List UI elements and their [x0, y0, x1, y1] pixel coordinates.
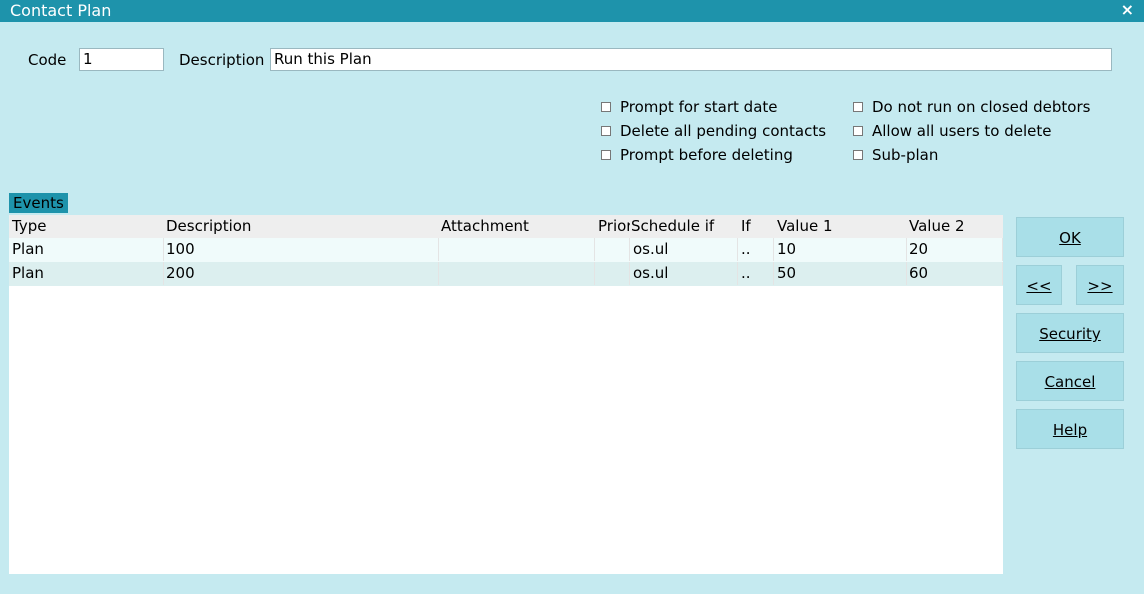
column-header-value-1[interactable]: Value 1	[774, 215, 907, 238]
security-button[interactable]: Security	[1016, 313, 1124, 353]
checkbox-box[interactable]	[853, 150, 863, 160]
prompt-before-delete-checkbox[interactable]: Prompt before deleting	[601, 146, 793, 164]
help-button[interactable]: Help	[1016, 409, 1124, 449]
description-label: Description	[179, 51, 265, 69]
column-header-description[interactable]: Description	[163, 215, 439, 238]
cell-description[interactable]: 100	[163, 238, 439, 261]
cell-schedule-if[interactable]: os.ul	[629, 238, 738, 261]
cell-priority[interactable]	[595, 238, 630, 261]
prompt-start-date-label: Prompt for start date	[620, 98, 778, 116]
close-icon[interactable]: ×	[1121, 0, 1134, 19]
delete-pending-label: Delete all pending contacts	[620, 122, 827, 140]
cell-if[interactable]: ..	[738, 262, 774, 285]
not-closed-debtors-checkbox[interactable]: Do not run on closed debtors	[853, 98, 1090, 116]
title-bar: Contact Plan ×	[0, 0, 1144, 22]
description-field[interactable]: Run this Plan	[270, 48, 1112, 71]
window-title: Contact Plan	[10, 1, 112, 20]
column-header-priority[interactable]: Priori	[595, 215, 630, 238]
cell-value-1[interactable]: 50	[774, 262, 907, 285]
sub-plan-checkbox[interactable]: Sub-plan	[853, 146, 938, 164]
allow-all-delete-label: Allow all users to delete	[872, 122, 1052, 140]
cell-if[interactable]: ..	[738, 238, 774, 261]
table-row[interactable]: Plan 100 os.ul .. 10 20	[9, 238, 1003, 262]
checkbox-box[interactable]	[601, 102, 611, 112]
cell-value-1[interactable]: 10	[774, 238, 907, 261]
sub-plan-label: Sub-plan	[872, 146, 939, 164]
cell-description[interactable]: 200	[163, 262, 439, 285]
cancel-button[interactable]: Cancel	[1016, 361, 1124, 401]
column-header-if[interactable]: If	[738, 215, 774, 238]
table-row[interactable]: Plan 200 os.ul .. 50 60	[9, 262, 1003, 286]
column-header-type[interactable]: Type	[9, 215, 164, 238]
not-closed-debtors-label: Do not run on closed debtors	[872, 98, 1091, 116]
prompt-start-date-checkbox[interactable]: Prompt for start date	[601, 98, 778, 116]
code-label: Code	[28, 51, 67, 69]
prompt-before-delete-label: Prompt before deleting	[620, 146, 793, 164]
previous-button[interactable]: <<	[1016, 265, 1062, 305]
checkbox-box[interactable]	[601, 150, 611, 160]
cell-priority[interactable]	[595, 262, 630, 285]
checkbox-box[interactable]	[601, 126, 611, 136]
cell-schedule-if[interactable]: os.ul	[629, 262, 738, 285]
checkbox-box[interactable]	[853, 126, 863, 136]
column-header-attachment[interactable]: Attachment	[438, 215, 595, 238]
grid-header: Type Description Attachment Priori Sched…	[9, 215, 1003, 238]
ok-button[interactable]: OK	[1016, 217, 1124, 257]
code-field[interactable]: 1	[79, 48, 164, 71]
cell-attachment[interactable]	[438, 238, 595, 261]
cell-value-2[interactable]: 60	[906, 262, 1003, 285]
next-button[interactable]: >>	[1076, 265, 1124, 305]
cell-type[interactable]: Plan	[9, 262, 164, 285]
tab-events[interactable]: Events	[9, 193, 68, 213]
cell-type[interactable]: Plan	[9, 238, 164, 261]
checkbox-box[interactable]	[853, 102, 863, 112]
allow-all-delete-checkbox[interactable]: Allow all users to delete	[853, 122, 1052, 140]
delete-pending-checkbox[interactable]: Delete all pending contacts	[601, 122, 826, 140]
cell-value-2[interactable]: 20	[906, 238, 1003, 261]
column-header-value-2[interactable]: Value 2	[906, 215, 1003, 238]
cell-attachment[interactable]	[438, 262, 595, 285]
events-grid[interactable]: Type Description Attachment Priori Sched…	[9, 215, 1003, 574]
column-header-schedule-if[interactable]: Schedule if	[629, 215, 738, 238]
